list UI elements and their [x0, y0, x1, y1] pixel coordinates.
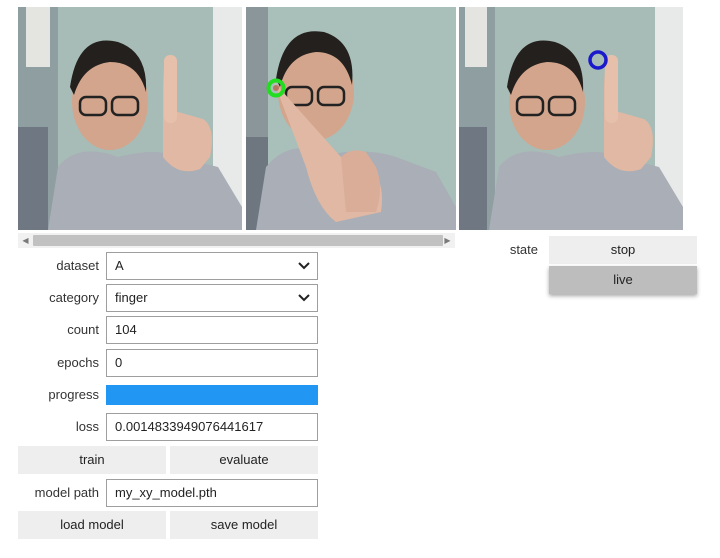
state-label: state	[509, 242, 538, 257]
progress-label: progress	[48, 387, 99, 402]
scrollbar-thumb[interactable]	[33, 235, 443, 246]
camera-image	[246, 7, 456, 230]
epochs-field[interactable]: 0	[106, 349, 318, 377]
model-path-label: model path	[34, 485, 99, 500]
camera-image	[459, 7, 683, 230]
dataset-value: A	[115, 258, 124, 273]
count-field[interactable]: 104	[106, 316, 318, 344]
camera-frame-prediction	[459, 7, 683, 230]
category-select[interactable]: finger	[106, 284, 318, 312]
category-value: finger	[115, 290, 148, 305]
progress-bar-fill	[106, 385, 318, 405]
state-stop-button[interactable]: stop	[549, 236, 697, 264]
category-row: category finger	[18, 284, 318, 312]
chevron-down-icon	[298, 262, 310, 270]
scroll-right-icon[interactable]: ▶	[440, 233, 455, 248]
dataset-label: dataset	[56, 258, 99, 273]
epochs-label: epochs	[57, 355, 99, 370]
load-model-button[interactable]: load model	[18, 511, 166, 539]
loss-row: loss 0.0014833949076441617	[18, 413, 318, 441]
camera-frame-snapshot	[246, 7, 456, 230]
dataset-row: dataset A	[18, 252, 318, 280]
model-path-row: model path my_xy_model.pth	[18, 479, 318, 507]
loss-field[interactable]: 0.0014833949076441617	[106, 413, 318, 441]
loss-label: loss	[75, 419, 99, 434]
state-live-button[interactable]: live	[549, 266, 697, 294]
scroll-left-icon[interactable]: ◀	[18, 233, 33, 248]
dataset-select[interactable]: A	[106, 252, 318, 280]
train-button[interactable]: train	[18, 446, 166, 474]
count-row: count 104	[18, 316, 318, 344]
progress-row: progress	[18, 381, 318, 409]
evaluate-button[interactable]: evaluate	[170, 446, 318, 474]
count-label: count	[67, 322, 99, 337]
epochs-row: epochs 0	[18, 349, 318, 377]
progress-bar	[106, 385, 318, 405]
save-model-button[interactable]: save model	[170, 511, 318, 539]
category-label: category	[49, 290, 99, 305]
chevron-down-icon	[298, 294, 310, 302]
camera-image	[18, 7, 242, 230]
model-path-field[interactable]: my_xy_model.pth	[106, 479, 318, 507]
horizontal-scrollbar[interactable]: ◀ ▶	[18, 233, 455, 248]
camera-frame-live	[18, 7, 242, 230]
